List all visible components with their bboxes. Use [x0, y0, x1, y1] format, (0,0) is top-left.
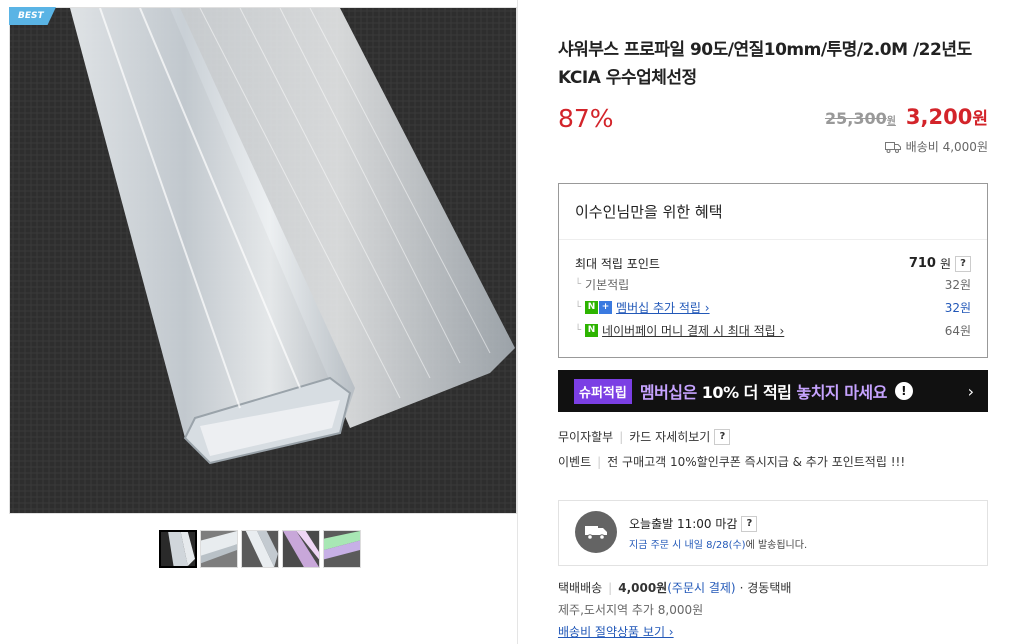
thumbnail-1[interactable] — [159, 530, 197, 568]
shipping-extra-row: 제주,도서지역 추가 8,000원 — [558, 603, 704, 617]
installment-row: 무이자할부 | 카드 자세히보기 ? — [558, 428, 731, 445]
benefit-title: 이수인님만을 위한 혜택 — [575, 203, 723, 221]
benefit-box: 이수인님만을 위한 혜택 최대 적립 포인트 710 원? └ 기본적립 32원 … — [558, 183, 988, 358]
product-photo — [10, 8, 516, 513]
discount-rate: 87% — [558, 104, 614, 133]
points-row-basic: └ 기본적립 32원 — [575, 278, 971, 292]
price-group: 25,300원 3,200원 — [825, 104, 988, 129]
today-dispatch-box: 오늘출발 11:00 마감 ? 지금 주문 시 내일 8/28(수)에 발송됩니… — [558, 500, 988, 566]
original-price: 25,300원 — [824, 109, 896, 128]
branch-icon: └ — [575, 325, 582, 336]
help-icon[interactable]: ? — [955, 255, 971, 272]
super-points-tag: 슈퍼적립 — [574, 378, 632, 404]
shipping-method-row: 택배배송 | 4,000원 (주문시 결제) · 경동택배 — [558, 580, 792, 596]
naver-plus-icon: N + — [585, 301, 613, 314]
thumbnail-4[interactable] — [282, 530, 320, 568]
branch-icon: └ — [575, 279, 582, 290]
chevron-right-icon: › — [967, 381, 974, 401]
thumbnail-5[interactable] — [323, 530, 361, 568]
event-row: 이벤트 | 전 구매고객 10%할인쿠폰 즉시지급 & 추가 포인트적립 !!! — [558, 454, 906, 470]
points-row-membership[interactable]: └ N + 멤버십 추가 적립 › 32원 — [575, 299, 971, 316]
divider — [559, 239, 987, 240]
thumbnail-2[interactable] — [200, 530, 238, 568]
alert-icon: ! — [894, 382, 913, 400]
branch-icon: └ — [575, 302, 582, 313]
thumbnail-strip — [159, 530, 361, 568]
help-icon[interactable]: ? — [714, 428, 731, 445]
truck-icon — [884, 141, 901, 153]
main-product-image[interactable] — [9, 7, 517, 514]
points-row-naverpay[interactable]: └ N 네이버페이 머니 결제 시 최대 적립 › 64원 — [575, 322, 971, 339]
max-points-row: 최대 적립 포인트 710 원? — [575, 255, 971, 272]
thumbnail-3[interactable] — [241, 530, 279, 568]
dispatch-title: 오늘출발 11:00 마감 ? — [629, 515, 758, 532]
dispatch-note: 지금 주문 시 내일 8/28(수)에 발송됩니다. — [629, 540, 808, 551]
image-panel: BEST — [0, 0, 518, 644]
truck-icon — [575, 511, 617, 553]
help-icon[interactable]: ? — [741, 515, 758, 532]
card-detail-link[interactable]: 카드 자세히보기 — [629, 428, 710, 445]
product-title: 샤워부스 프로파일 90도/연질10mm/투명/2.0M /22년도 KCIA … — [558, 40, 972, 88]
super-points-banner[interactable]: 슈퍼적립 멤버십은 10% 더 적립 놓치지 마세요 ! › — [558, 370, 988, 412]
banner-text: 멤버십은 10% 더 적립 놓치지 마세요 — [639, 383, 888, 402]
naverpay-icon: N — [585, 324, 599, 337]
sale-price: 3,200원 — [905, 105, 988, 129]
shipping-saving-link[interactable]: 배송비 절약상품 보기 › — [558, 623, 674, 640]
shipping-fee: 배송비 4,000원 — [884, 138, 988, 155]
